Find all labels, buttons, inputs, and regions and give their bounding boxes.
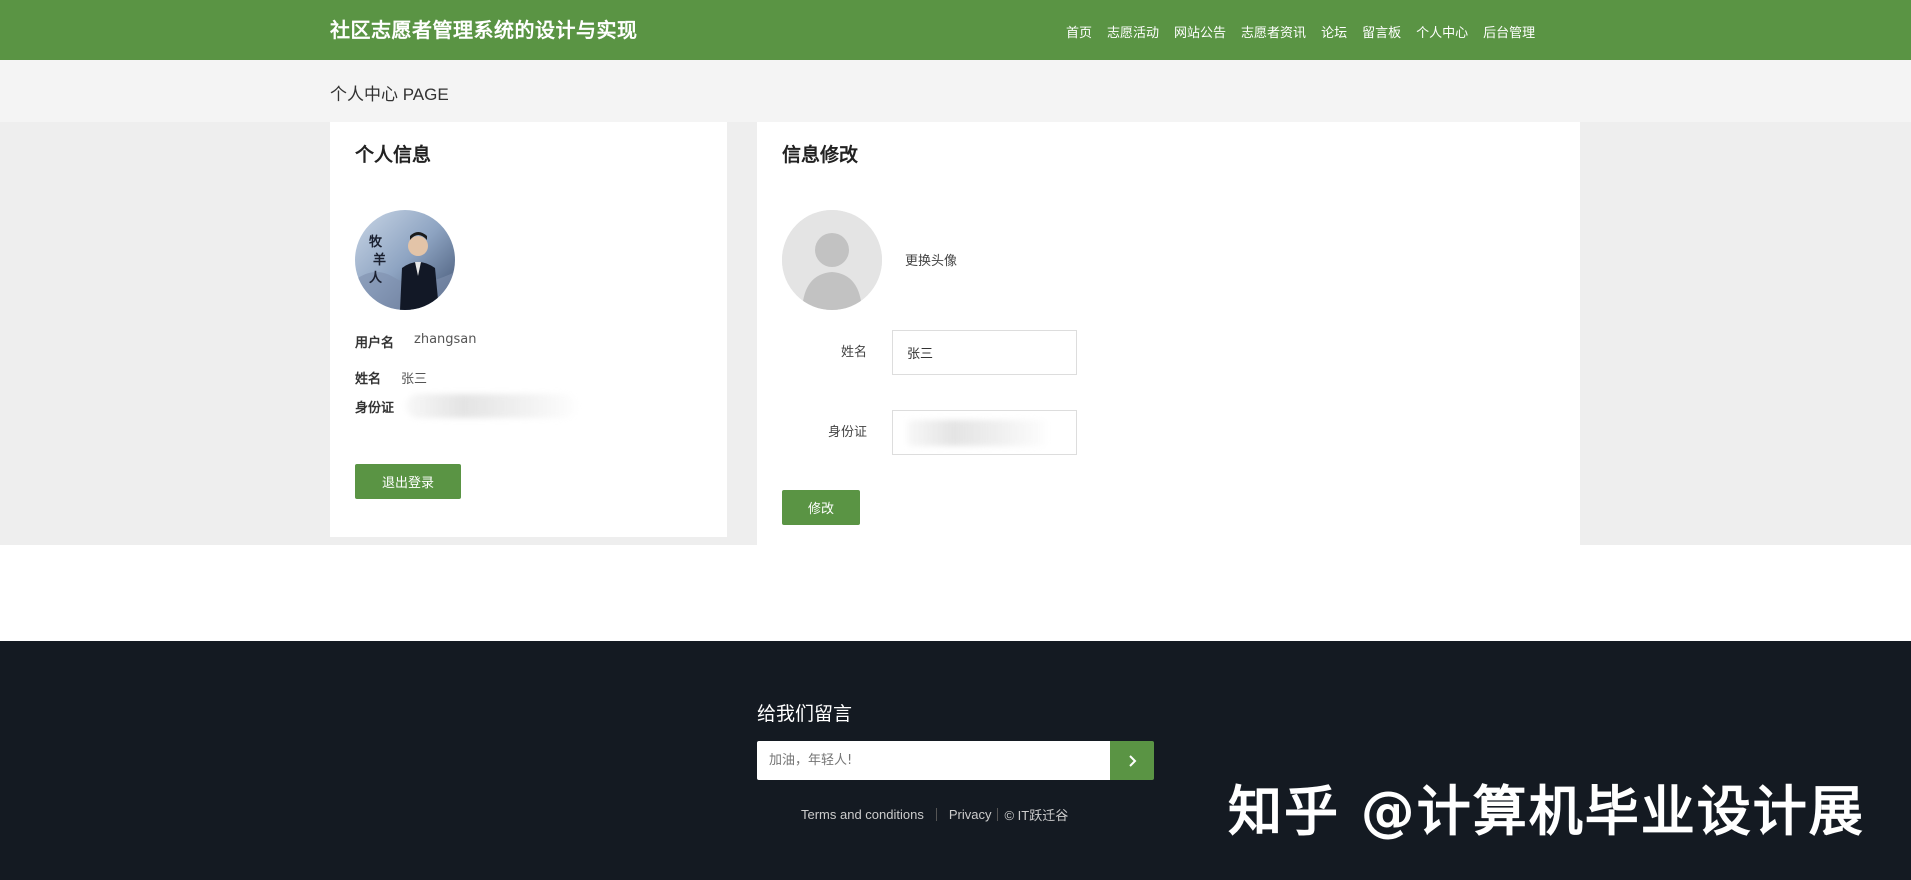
nav-volunteer-news[interactable]: 志愿者资讯 <box>1241 22 1306 41</box>
edit-card-title: 信息修改 <box>782 144 859 166</box>
submit-edit-button[interactable]: 修改 <box>782 490 860 525</box>
change-avatar-link[interactable]: 更换头像 <box>905 250 957 269</box>
main-content: 个人信息 牧 羊 人 用户名 zhangsan 姓名 张三 身份证 退出登录 信… <box>0 122 1911 545</box>
default-avatar-icon <box>782 210 882 310</box>
divider <box>997 808 999 821</box>
username-value: zhangsan <box>414 332 477 347</box>
user-avatar: 牧 羊 人 <box>355 210 455 310</box>
breadcrumb: 个人中心 PAGE <box>330 85 449 104</box>
breadcrumb-bar: 个人中心 PAGE <box>0 60 1911 122</box>
privacy-link[interactable]: Privacy <box>949 807 992 822</box>
svg-text:人: 人 <box>369 270 383 286</box>
edit-id-label: 身份证 <box>827 425 867 440</box>
logout-button[interactable]: 退出登录 <box>355 464 461 499</box>
terms-link[interactable]: Terms and conditions <box>801 807 924 822</box>
nav-forum[interactable]: 论坛 <box>1321 22 1347 41</box>
nav-announcements[interactable]: 网站公告 <box>1174 22 1226 41</box>
name-value: 张三 <box>401 372 428 387</box>
edit-card: 信息修改 更换头像 姓名 身份证 修改 <box>757 122 1580 545</box>
nav-personal-center[interactable]: 个人中心 <box>1416 22 1468 41</box>
footer: 给我们留言 Terms and conditions Privacy © IT跃… <box>0 641 1911 880</box>
id-input[interactable] <box>892 410 1077 455</box>
top-navbar: 社区志愿者管理系统的设计与实现 首页 志愿活动 网站公告 志愿者资讯 论坛 留言… <box>0 0 1911 60</box>
edit-name-label: 姓名 <box>840 345 867 360</box>
chevron-right-icon <box>1129 754 1137 767</box>
nav-activities[interactable]: 志愿活动 <box>1107 22 1159 41</box>
message-input[interactable] <box>757 741 1110 780</box>
name-label: 姓名 <box>355 372 382 387</box>
divider <box>935 808 937 821</box>
send-message-button[interactable] <box>1110 741 1154 780</box>
copyright: © IT跃迁谷 <box>1004 808 1069 823</box>
nav-admin[interactable]: 后台管理 <box>1483 22 1535 41</box>
footer-title: 给我们留言 <box>757 703 853 725</box>
svg-text:羊: 羊 <box>373 252 386 268</box>
site-title[interactable]: 社区志愿者管理系统的设计与实现 <box>330 14 638 43</box>
username-row: 用户名 zhangsan <box>355 332 477 351</box>
footer-links: Terms and conditions Privacy © IT跃迁谷 <box>801 805 1068 824</box>
id-label: 身份证 <box>355 400 395 416</box>
avatar-photo: 牧 羊 人 <box>355 210 455 310</box>
username-label: 用户名 <box>355 336 395 351</box>
avatar-upload[interactable] <box>782 210 882 310</box>
id-row: 身份证 <box>355 394 577 418</box>
nav-message-board[interactable]: 留言板 <box>1362 22 1401 41</box>
watermark: 知乎 @计算机毕业设计展 <box>1228 780 1865 843</box>
name-row: 姓名 张三 <box>355 368 427 387</box>
id-input-redacted <box>907 419 1047 446</box>
id-value-redacted <box>406 394 577 418</box>
main-nav: 首页 志愿活动 网站公告 志愿者资讯 论坛 留言板 个人中心 后台管理 <box>1066 22 1535 41</box>
profile-card-title: 个人信息 <box>355 144 432 166</box>
name-input[interactable] <box>892 330 1077 375</box>
profile-card: 个人信息 牧 羊 人 用户名 zhangsan 姓名 张三 身份证 退出登录 <box>330 122 727 537</box>
nav-home[interactable]: 首页 <box>1066 22 1092 41</box>
svg-text:牧: 牧 <box>369 234 383 250</box>
